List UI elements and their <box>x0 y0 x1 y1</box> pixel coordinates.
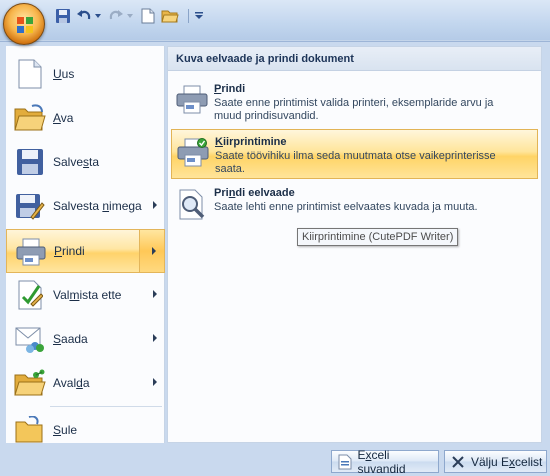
menu-item-publish[interactable]: Avalda <box>6 361 165 405</box>
save-icon[interactable] <box>54 7 72 25</box>
redo-icon[interactable] <box>107 7 125 25</box>
menu-item-prepare[interactable]: Valmista ette <box>6 273 165 317</box>
submenu-item-title: Kiirprintimine <box>215 136 287 148</box>
exit-excel-button[interactable]: Välju Excelist <box>444 450 547 473</box>
menu-item-close[interactable]: Sule <box>6 408 165 452</box>
title-bar <box>0 0 550 45</box>
open-folder-icon <box>14 102 46 134</box>
submenu-item-description: Saate lehti enne printimist eelvaates ku… <box>214 201 478 213</box>
excel-options-button[interactable]: Exceli suvandid <box>331 447 439 476</box>
submenu-item-quick-print[interactable]: Kiirprintimine Saate töövihiku ilma seda… <box>171 129 538 179</box>
send-icon <box>14 323 46 355</box>
submenu-arrow-icon <box>153 201 157 209</box>
tooltip: Kiirprintimine (CutePDF Writer) <box>297 228 459 246</box>
submenu-item-description: Saate töövihiku ilma seda muutmata otse … <box>215 150 496 175</box>
printer-icon <box>176 85 210 119</box>
submenu-header: Kuva eelvaade ja prindi dokument <box>168 47 541 71</box>
submenu-item-print-preview[interactable]: Prindi eelvaade Saate lehti enne printim… <box>171 181 538 231</box>
accelerator-key: d <box>76 376 83 390</box>
options-icon <box>337 454 352 470</box>
accelerator-key: S <box>53 332 62 346</box>
submenu-arrow-icon <box>153 378 157 386</box>
menu-item-open[interactable]: Ava <box>6 96 165 140</box>
submenu-arrow-icon <box>152 247 156 255</box>
save-as-icon <box>14 190 46 222</box>
new-document-icon[interactable] <box>139 7 157 25</box>
submenu-arrow-icon <box>153 290 157 298</box>
menu-item-send[interactable]: Saada <box>6 317 165 361</box>
quick-print-icon <box>177 138 211 172</box>
menu-item-new[interactable]: Uus <box>6 52 165 96</box>
exit-excel-label: Välju Excelist <box>471 454 543 469</box>
new-document-icon <box>14 58 46 90</box>
accelerator-key: S <box>53 423 62 437</box>
menu-item-save-as[interactable]: Salvesta nimega <box>6 184 165 228</box>
customize-qat-icon[interactable] <box>194 7 204 25</box>
submenu-item-title: Prindi <box>214 83 246 95</box>
accelerator-key: U <box>53 67 62 81</box>
submenu-arrow-icon <box>153 334 157 342</box>
publish-icon <box>14 367 46 399</box>
submenu-item-description: Saate enne printimist valida printeri, e… <box>214 97 494 122</box>
redo-dropdown-icon[interactable] <box>126 7 134 25</box>
open-folder-icon[interactable] <box>160 7 180 25</box>
undo-icon[interactable] <box>75 7 93 25</box>
undo-dropdown-icon[interactable] <box>94 7 102 25</box>
submenu-item-print[interactable]: Prindi Saate enne printimist valida prin… <box>171 77 538 127</box>
excel-options-label: Exceli suvandid <box>357 447 406 476</box>
accelerator-key: A <box>53 111 61 125</box>
printer-icon <box>15 236 47 268</box>
close-folder-icon <box>14 414 46 446</box>
print-preview-icon <box>176 189 210 223</box>
accelerator-key: m <box>69 288 80 302</box>
save-icon <box>14 146 46 178</box>
accelerator-key: P <box>54 244 63 258</box>
menu-item-save[interactable]: Salvesta <box>6 140 165 184</box>
close-icon <box>450 454 466 470</box>
office-button[interactable] <box>3 3 45 45</box>
prepare-icon <box>14 279 46 311</box>
office-logo-icon <box>17 17 33 33</box>
menu-item-print[interactable]: Prindi <box>6 229 165 273</box>
submenu-item-title: Prindi eelvaade <box>214 187 295 199</box>
office-menu: Uus Ava Salvesta Salvesta nimega Prindi … <box>0 41 550 476</box>
command-list: Uus Ava Salvesta Salvesta nimega Prindi … <box>6 46 165 443</box>
